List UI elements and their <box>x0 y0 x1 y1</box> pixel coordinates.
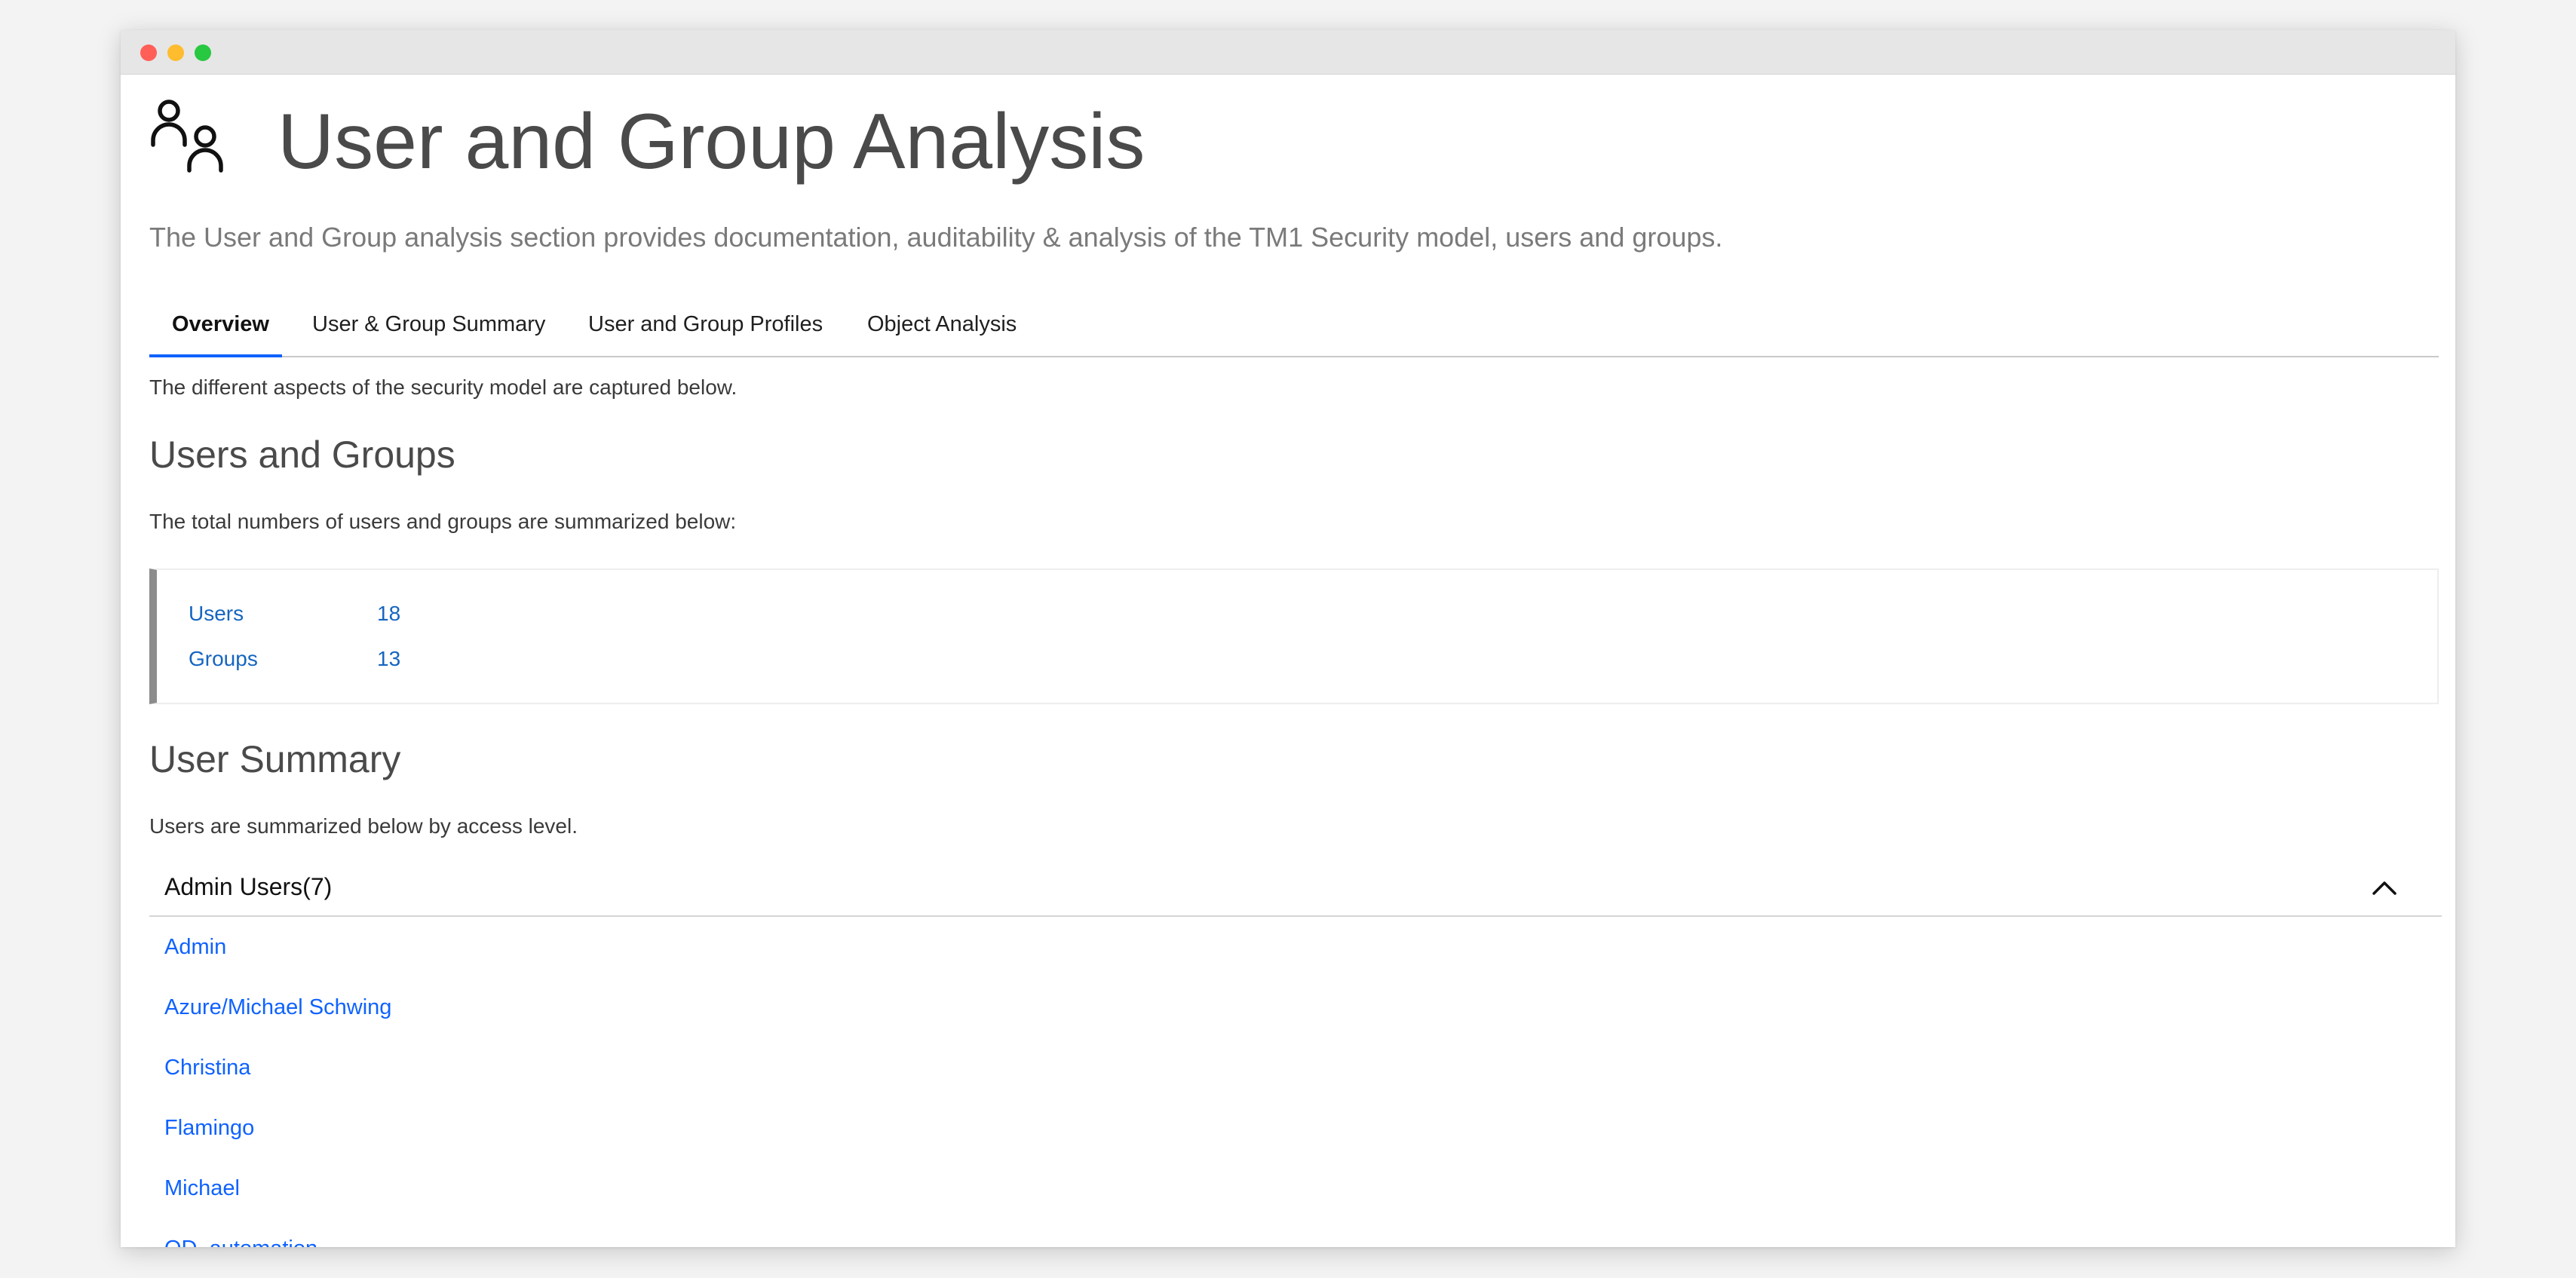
users-groups-description: The total numbers of users and groups ar… <box>149 510 737 533</box>
tab-user-group-summary[interactable]: User & Group Summary <box>312 293 545 356</box>
groups-count-row: Groups 13 <box>189 647 400 671</box>
users-groups-heading: Users and Groups <box>149 434 455 476</box>
user-summary-heading: User Summary <box>149 738 401 780</box>
tab-user-group-profiles[interactable]: User and Group Profiles <box>588 293 823 356</box>
groups-count-value: 13 <box>377 647 401 670</box>
page-header: User and Group Analysis <box>149 97 2439 185</box>
user-link-flamingo[interactable]: Flamingo <box>164 1116 254 1141</box>
tab-overview[interactable]: Overview <box>172 293 269 356</box>
chevron-up-icon[interactable] <box>2369 873 2400 903</box>
counts-summary-box: Users 18 Groups 13 <box>149 569 2439 704</box>
overview-intro: The different aspects of the security mo… <box>149 375 738 399</box>
page-subtitle: The User and Group analysis section prov… <box>149 222 1723 253</box>
groups-count-label: Groups <box>189 647 258 670</box>
user-summary-description: Users are summarized below by access lev… <box>149 814 578 838</box>
user-link-christina[interactable]: Christina <box>164 1056 250 1080</box>
page-title: User and Group Analysis <box>278 98 1145 185</box>
user-link-azure-michael-schwing[interactable]: Azure/Michael Schwing <box>164 995 391 1020</box>
minimize-window-button[interactable] <box>167 44 184 61</box>
users-count-label: Users <box>189 602 244 625</box>
window-titlebar <box>121 30 2455 75</box>
users-icon <box>151 100 223 173</box>
browser-window: User and Group Analysis The User and Gro… <box>121 30 2455 1247</box>
user-link-michael[interactable]: Michael <box>164 1176 240 1201</box>
tab-bar: Overview User & Group Summary User and G… <box>149 293 2439 357</box>
user-link-qd-automation[interactable]: QD_automation <box>164 1237 317 1247</box>
maximize-window-button[interactable] <box>195 44 211 61</box>
admin-users-accordion-title: Admin Users(7) <box>164 873 333 900</box>
admin-users-accordion-header[interactable]: Admin Users(7) <box>149 866 2442 917</box>
users-count-value: 18 <box>377 602 401 625</box>
close-window-button[interactable] <box>140 44 157 61</box>
active-tab-indicator <box>149 354 282 357</box>
user-link-admin[interactable]: Admin <box>164 935 226 960</box>
tab-object-analysis[interactable]: Object Analysis <box>867 293 1017 356</box>
users-count-row: Users 18 <box>189 602 400 626</box>
